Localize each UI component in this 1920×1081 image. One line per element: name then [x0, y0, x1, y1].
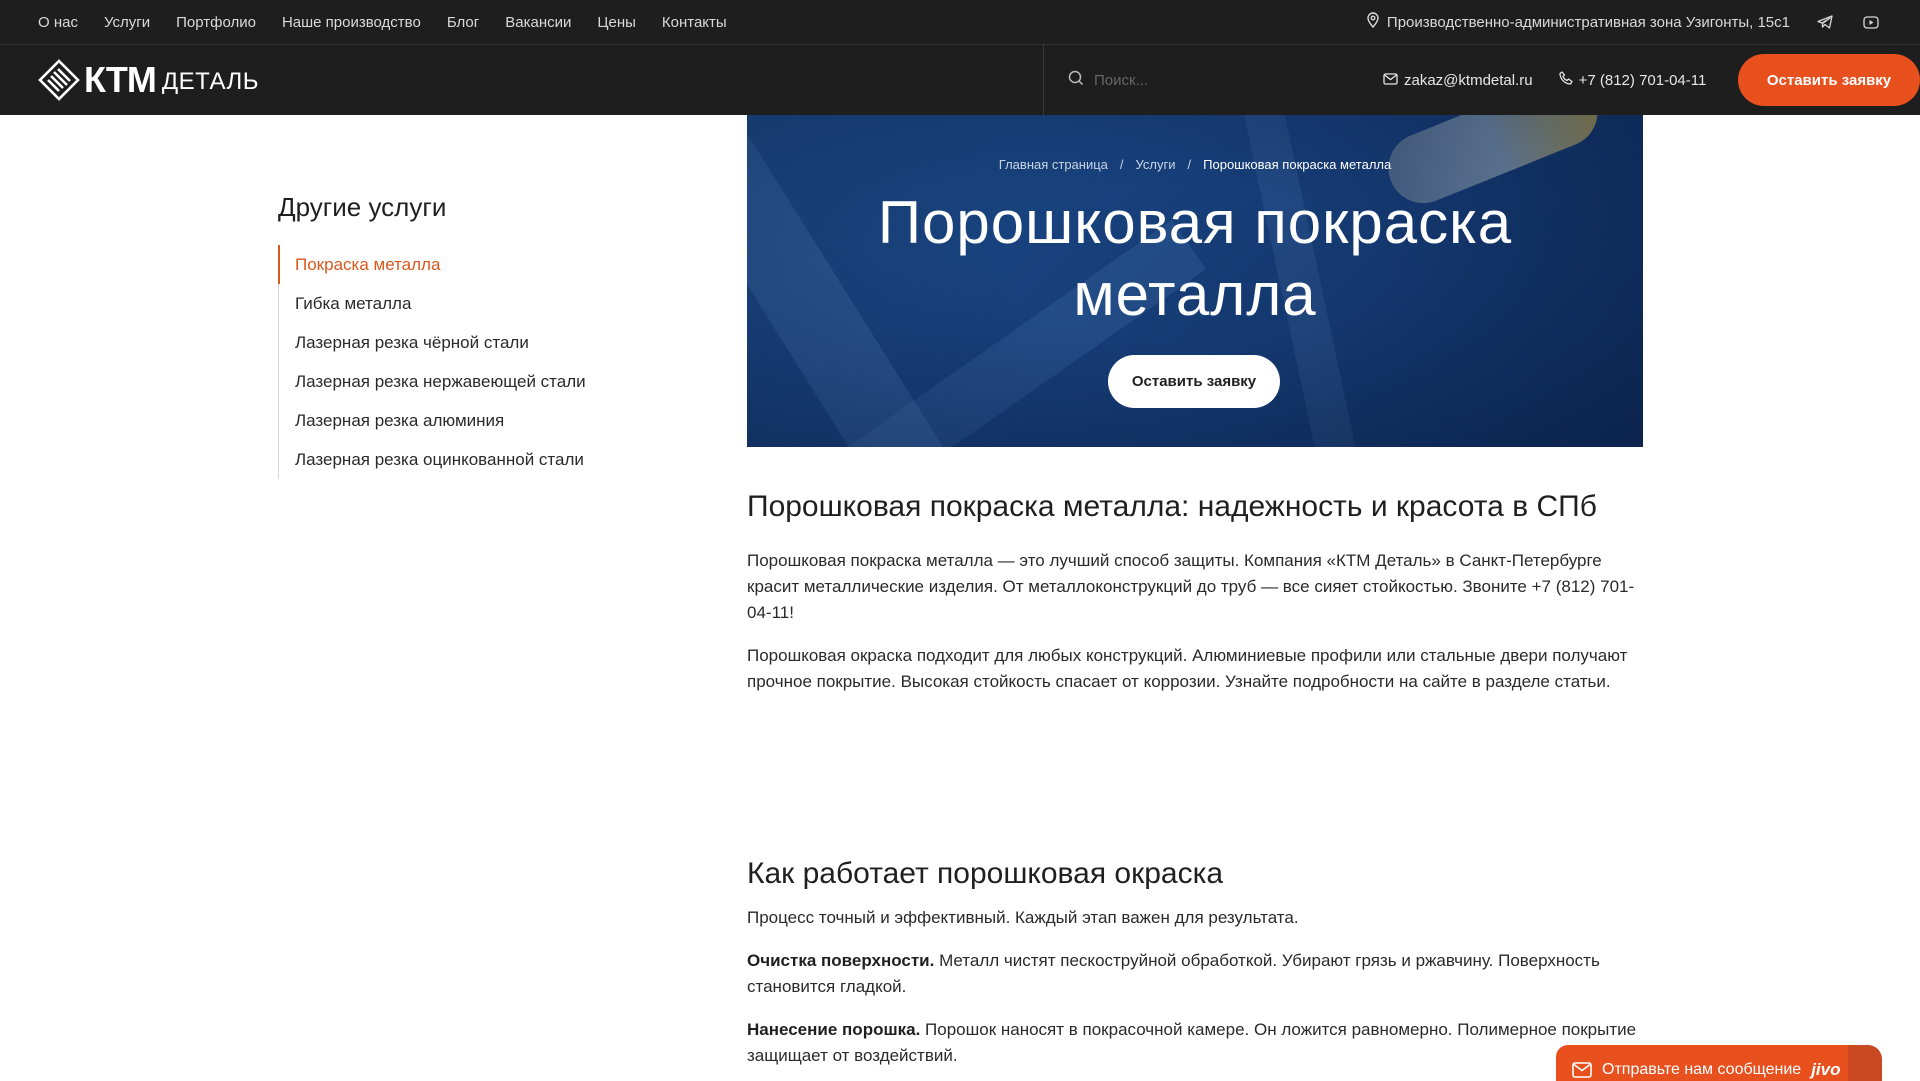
step-cleaning-title: Очистка поверхности.	[747, 951, 935, 970]
nav-about[interactable]: О нас	[38, 14, 78, 31]
nav-portfolio[interactable]: Портфолио	[176, 14, 256, 31]
search-box	[1043, 45, 1383, 115]
email-text: zakaz@ktmdetal.ru	[1404, 71, 1533, 89]
address-text: Производственно-административная зона Уз…	[1386, 13, 1790, 31]
breadcrumb-separator: /	[1119, 157, 1124, 172]
step-powder: Нанесение порошка. Порошок наносят в пок…	[747, 1017, 1643, 1069]
logo[interactable]: КТМ ДЕТАЛЬ	[38, 45, 1043, 115]
mail-icon	[1383, 72, 1398, 89]
how-it-works-section: Как работает порошковая окраска Процесс …	[747, 855, 1643, 1081]
step-cleaning: Очистка поверхности. Металл чистят песко…	[747, 948, 1643, 1000]
request-button-hero[interactable]: Оставить заявку	[1108, 355, 1280, 408]
top-nav: О нас Услуги Портфолио Наше производство…	[38, 14, 727, 31]
page-title-line2: металла	[1073, 261, 1317, 328]
nav-contacts[interactable]: Контакты	[662, 14, 727, 31]
jivo-logo: jivo	[1811, 1060, 1841, 1079]
page-title-line1: Порошковая покраска	[877, 189, 1513, 256]
chat-label: Отправьте нам сообщение	[1602, 1061, 1802, 1078]
intro-title: Порошковая покраска металла: надежность …	[747, 490, 1597, 523]
how-it-works-intro: Процесс точный и эффективный. Каждый эта…	[747, 908, 1299, 927]
sidebar-title: Другие услуги	[278, 192, 447, 222]
sidebar-item-laser-black-steel[interactable]: Лазерная резка чёрной стали	[279, 323, 698, 362]
telegram-icon[interactable]	[1814, 11, 1836, 33]
location-pin-icon	[1366, 12, 1380, 32]
how-it-works-title: Как работает порошковая окраска	[747, 857, 1224, 890]
topbar-right: Производственно-административная зона Уз…	[1366, 11, 1882, 33]
sidebar-item-laser-stainless[interactable]: Лазерная резка нержавеющей стали	[279, 362, 698, 401]
address[interactable]: Производственно-административная зона Уз…	[1366, 12, 1790, 32]
sidebar-item-laser-galvanized[interactable]: Лазерная резка оцинкованной стали	[279, 440, 698, 479]
phone-text: +7 (812) 701-04-11	[1578, 71, 1707, 89]
intro-paragraph-2: Порошковая окраска подходит для любых ко…	[747, 646, 1628, 691]
page-title: Порошковая покраска металла	[747, 187, 1643, 331]
top-bar: О нас Услуги Портфолио Наше производство…	[0, 0, 1920, 44]
breadcrumb-home[interactable]: Главная страница	[999, 157, 1108, 172]
search-icon	[1068, 70, 1084, 91]
chat-tab	[1848, 1045, 1882, 1081]
logo-mark-icon	[38, 59, 80, 101]
breadcrumb: Главная страница / Услуги / Порошковая покра…	[747, 157, 1643, 172]
email-link[interactable]: zakaz@ktmdetal.ru	[1383, 72, 1533, 89]
hero-banner: Главная страница / Услуги / Порошковая покра…	[747, 115, 1643, 447]
main-header: КТМ ДЕТАЛЬ zakaz@ktmdetal.ru +7 (812) 70…	[0, 44, 1920, 115]
phone-link[interactable]: +7 (812) 701-04-11	[1558, 71, 1707, 89]
breadcrumb-services[interactable]: Услуги	[1136, 157, 1176, 172]
youtube-icon[interactable]	[1860, 11, 1882, 33]
search-input[interactable]	[1094, 71, 1334, 89]
sidebar-item-metal-bending[interactable]: Гибка металла	[279, 284, 698, 323]
logo-sub-text: ДЕТАЛЬ	[161, 68, 260, 95]
nav-services[interactable]: Услуги	[104, 14, 150, 31]
nav-vacancies[interactable]: Вакансии	[505, 14, 571, 31]
intro-section: Порошковая покраска металла: надежность …	[747, 488, 1643, 695]
breadcrumb-current: Порошковая покраска металла	[1203, 157, 1392, 172]
intro-paragraph-1: Порошковая покраска металла — это лучший…	[747, 551, 1635, 622]
nav-blog[interactable]: Блог	[447, 14, 479, 31]
step-powder-title: Нанесение порошка.	[747, 1020, 921, 1039]
other-services-sidebar: Другие услуги Покраска металла Гибка мет…	[278, 192, 698, 479]
envelope-icon	[1572, 1062, 1592, 1078]
request-button-header[interactable]: Оставить заявку	[1738, 54, 1920, 106]
breadcrumb-separator: /	[1187, 157, 1192, 172]
nav-production[interactable]: Наше производство	[282, 14, 421, 31]
sidebar-item-metal-painting[interactable]: Покраска металла	[278, 245, 698, 284]
phone-icon	[1558, 71, 1573, 89]
logo-main-text: КТМ	[84, 59, 157, 100]
chat-widget[interactable]: Отправьте нам сообщение jivo	[1556, 1045, 1882, 1081]
sidebar-item-laser-aluminum[interactable]: Лазерная резка алюминия	[279, 401, 698, 440]
services-list: Покраска металла Гибка металла Лазерная …	[278, 245, 698, 479]
nav-prices[interactable]: Цены	[597, 14, 636, 31]
